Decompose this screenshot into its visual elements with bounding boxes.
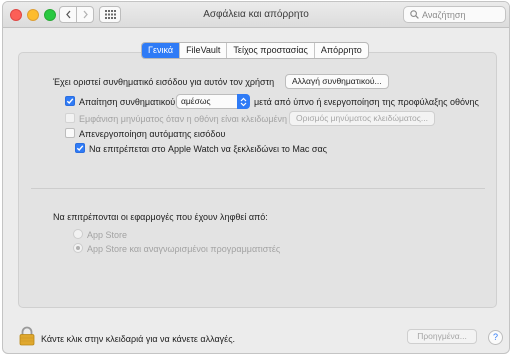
require-password-delay-select[interactable]: αμέσως xyxy=(176,94,250,109)
require-password-delay-value: αμέσως xyxy=(181,96,211,106)
general-panel xyxy=(18,52,497,308)
apple-watch-unlock-checkbox[interactable] xyxy=(75,143,85,153)
require-password-suffix: μετά από ύπνο ή ενεργοποίηση της προφύλα… xyxy=(254,97,479,107)
radio-app-store[interactable] xyxy=(73,229,83,239)
checkmark-icon xyxy=(76,145,84,152)
radio-selected-dot xyxy=(76,246,80,250)
section-divider xyxy=(31,188,485,189)
advanced-button[interactable]: Προηγμένα... xyxy=(407,329,477,344)
apps-downloaded-label: Να επιτρέπονται οι εφαρμογές που έχουν λ… xyxy=(53,212,268,222)
search-icon xyxy=(410,10,419,19)
radio-app-store-label: App Store xyxy=(87,230,128,240)
checkmark-icon xyxy=(66,98,74,105)
change-password-button[interactable]: Αλλαγή συνθηματικού... xyxy=(285,74,389,89)
radio-app-store-and-identified-label: App Store και αναγνωρισμένοι προγραμματι… xyxy=(87,244,281,254)
disable-auto-login-checkbox[interactable] xyxy=(65,128,75,138)
show-message-checkbox[interactable] xyxy=(65,113,75,123)
apple-watch-unlock-label: Να επιτρέπεται στο Apple Watch να ξεκλει… xyxy=(89,144,327,154)
set-lock-message-button[interactable]: Ορισμός μηνύματος κλειδώματος... xyxy=(289,111,435,126)
preferences-window: Ασφάλεια και απόρρητο Αναζήτηση Γενικά F… xyxy=(2,1,510,354)
tab-filevault[interactable]: FileVault xyxy=(180,43,228,58)
lock-icon xyxy=(19,326,35,346)
tab-bar: Γενικά FileVault Τείχος προστασίας Απόρρ… xyxy=(141,42,369,59)
tab-privacy[interactable]: Απόρρητο xyxy=(315,43,368,58)
popup-arrows-icon xyxy=(237,94,250,109)
require-password-checkbox[interactable] xyxy=(65,96,75,106)
tab-firewall[interactable]: Τείχος προστασίας xyxy=(227,43,315,58)
help-button[interactable]: ? xyxy=(488,330,503,345)
login-password-text: Έχει οριστεί συνθηματικό εισόδου για αυτ… xyxy=(53,77,275,87)
tab-general[interactable]: Γενικά xyxy=(142,43,181,58)
require-password-label: Απαίτηση συνθηματικού xyxy=(79,97,176,107)
show-message-label: Εμφάνιση μηνύματος όταν η οθόνη είναι κλ… xyxy=(79,114,288,124)
search-field[interactable]: Αναζήτηση xyxy=(403,6,506,23)
disable-auto-login-label: Απενεργοποίηση αυτόματης εισόδου xyxy=(79,129,226,139)
radio-app-store-and-identified[interactable] xyxy=(73,243,83,253)
title-bar: Ασφάλεια και απόρρητο Αναζήτηση xyxy=(3,2,509,28)
search-placeholder: Αναζήτηση xyxy=(422,9,466,20)
lock-button[interactable] xyxy=(19,326,35,348)
lock-instructions-text: Κάντε κλικ στην κλειδαριά για να κάνετε … xyxy=(41,334,236,344)
